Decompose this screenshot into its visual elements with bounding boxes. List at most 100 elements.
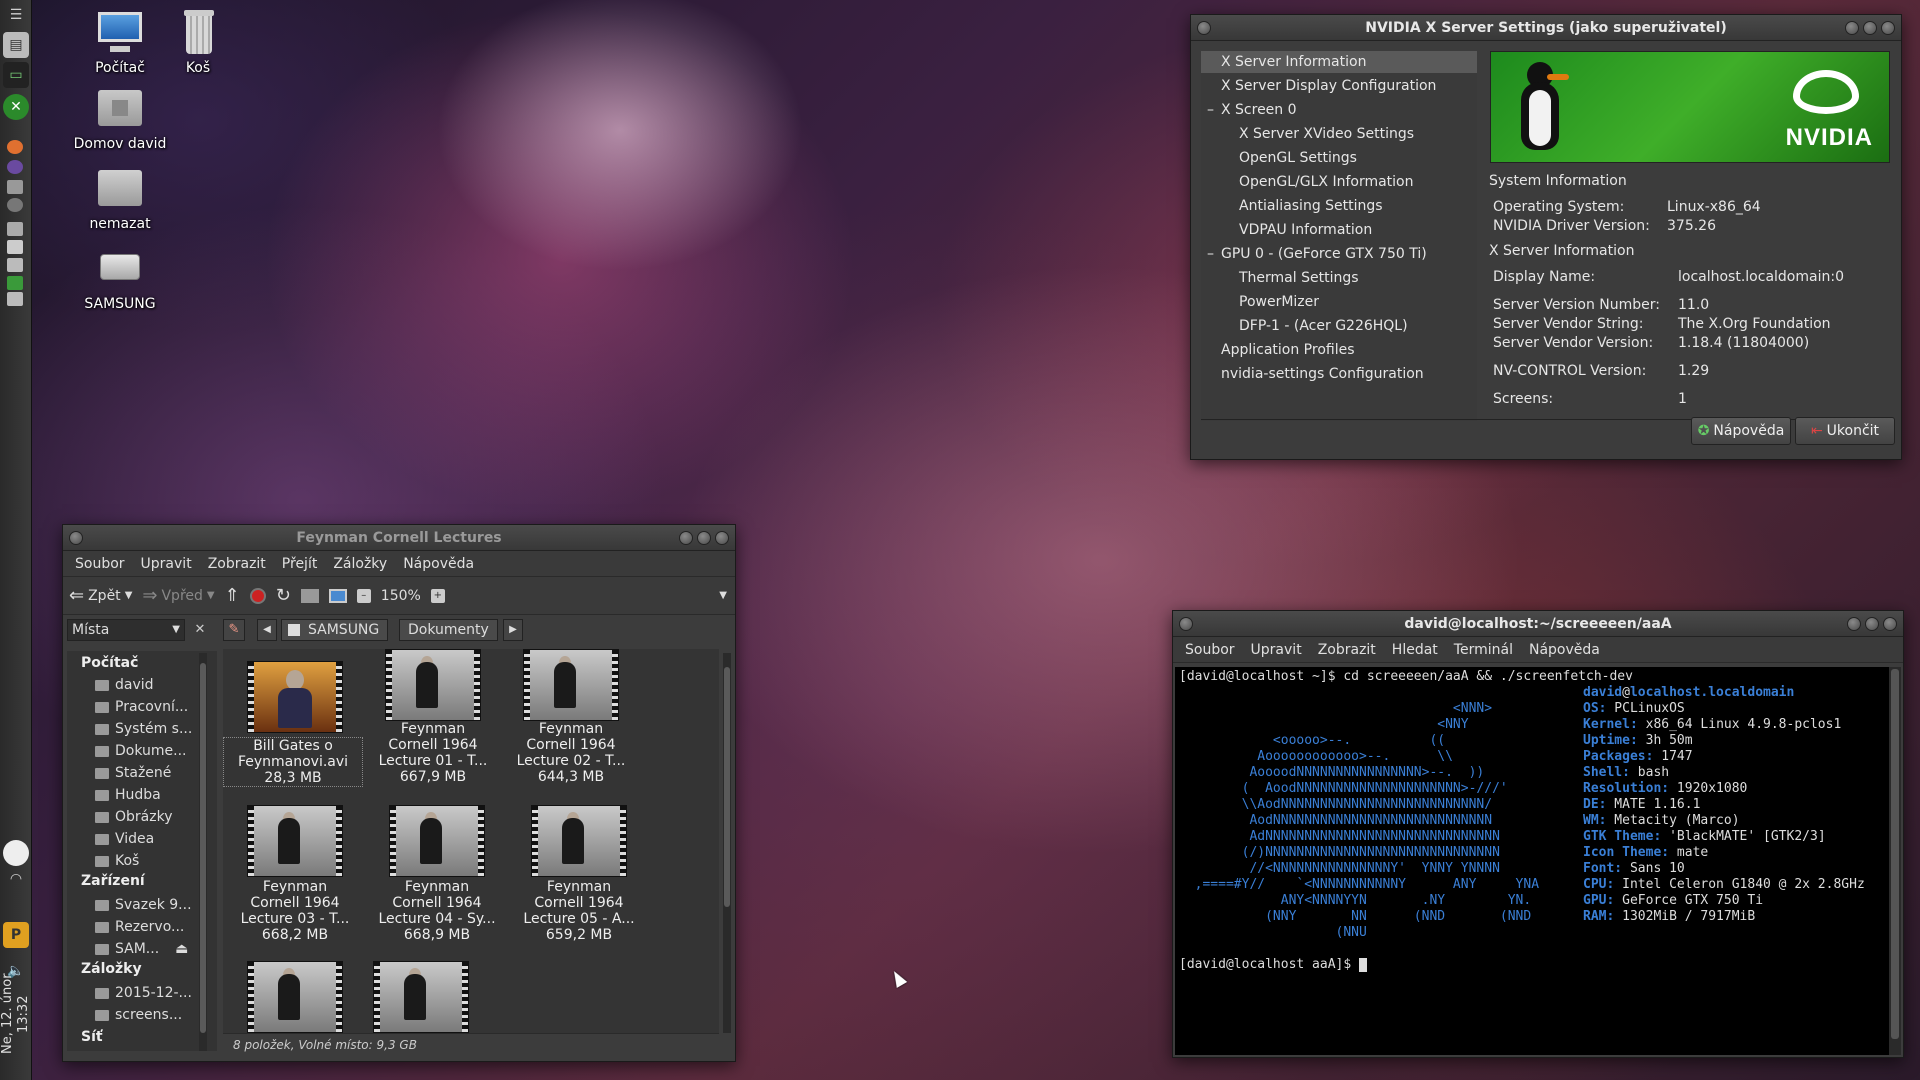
computer-button[interactable] xyxy=(328,588,347,603)
desktop-icon-home[interactable]: Domov david xyxy=(65,84,175,152)
zoom-in-button[interactable]: + xyxy=(430,588,445,603)
video-thumbnail[interactable] xyxy=(389,805,485,877)
minimize-button[interactable] xyxy=(679,531,693,545)
desktop-icon-folder[interactable]: nemazat xyxy=(65,164,175,232)
window-menu-button[interactable] xyxy=(69,531,83,545)
close-sidebar-icon[interactable]: ✕ xyxy=(189,619,211,641)
tree-toggle[interactable]: – xyxy=(1207,99,1214,121)
notes-icon[interactable]: ▤ xyxy=(3,32,29,58)
tree-item[interactable]: PowerMizer xyxy=(1239,291,1319,313)
sidebar-item[interactable]: SAM... ⏏ xyxy=(95,939,188,959)
fileview-scrollbar[interactable] xyxy=(723,653,731,1033)
sidebar-item[interactable]: Koš xyxy=(95,851,139,871)
eject-icon[interactable]: ⏏ xyxy=(175,941,188,957)
tree-item[interactable]: X Screen 0 xyxy=(1221,99,1297,121)
tree-item[interactable]: Antialiasing Settings xyxy=(1239,195,1383,217)
sidebar-item[interactable]: Pracovní... xyxy=(95,697,188,717)
maximize-button[interactable] xyxy=(697,531,711,545)
edit-location-icon[interactable]: ✎ xyxy=(223,619,245,641)
tree-item[interactable]: GPU 0 - (GeForce GTX 750 Ti) xyxy=(1221,243,1427,265)
menu-search[interactable]: Hledat xyxy=(1386,640,1444,660)
sidebar-item[interactable]: Obrázky xyxy=(95,807,172,827)
file-item[interactable]: Feynman Cornell 1964 Lecture 05 - A... 6… xyxy=(509,879,649,943)
maximize-button[interactable] xyxy=(1865,617,1879,631)
video-thumbnail[interactable] xyxy=(373,961,469,1033)
path-segment[interactable]: Dokumenty xyxy=(399,619,498,641)
video-thumbnail[interactable] xyxy=(523,649,619,721)
menu-terminal[interactable]: Terminál xyxy=(1448,640,1519,660)
menu-edit[interactable]: Upravit xyxy=(135,554,198,574)
terminal-scrollbar[interactable] xyxy=(1889,667,1901,1055)
path-right-arrow-icon[interactable]: ▶ xyxy=(503,619,523,641)
sidebar-item[interactable]: david xyxy=(95,675,154,695)
close-button[interactable] xyxy=(1881,21,1895,35)
sidebar-item[interactable]: Stažené xyxy=(95,763,171,783)
clock[interactable]: Ne, 12. únor 13:32 xyxy=(0,954,32,1074)
help-button[interactable]: ✪ Nápověda xyxy=(1691,417,1791,445)
maximize-button[interactable] xyxy=(1863,21,1877,35)
video-thumbnail[interactable] xyxy=(531,805,627,877)
scrollbar-thumb[interactable] xyxy=(1891,669,1899,1039)
terminal-titlebar[interactable]: david@localhost:~/screeeeen/aaA xyxy=(1173,611,1903,637)
toolbar-overflow-icon[interactable]: ▼ xyxy=(719,590,727,601)
minimize-button[interactable] xyxy=(1845,21,1859,35)
desktop-icon-trash[interactable]: Koš xyxy=(143,8,253,76)
video-thumbnail[interactable] xyxy=(247,661,343,733)
window-icon[interactable] xyxy=(7,276,23,290)
home-button[interactable] xyxy=(300,588,319,603)
pclinuxos-icon[interactable]: P xyxy=(3,922,29,948)
window-icon[interactable] xyxy=(7,258,23,272)
video-thumbnail[interactable] xyxy=(247,961,343,1033)
path-left-arrow-icon[interactable]: ◀ xyxy=(257,619,277,641)
tree-item[interactable]: VDPAU Information xyxy=(1239,219,1372,241)
window-icon[interactable] xyxy=(7,292,23,306)
window-icon[interactable] xyxy=(7,222,23,236)
nvidia-titlebar[interactable]: NVIDIA X Server Settings (jako superuživ… xyxy=(1191,15,1901,41)
disc-icon[interactable] xyxy=(7,198,23,212)
settings-icon[interactable]: ✕ xyxy=(3,94,29,120)
sidebar-scrollbar[interactable] xyxy=(199,653,207,1051)
forward-button[interactable]: ⇒ Vpřed ▼ xyxy=(142,585,214,606)
sidebar-item[interactable]: Svazek 9... xyxy=(95,895,192,915)
up-button[interactable]: ⇑ xyxy=(225,585,240,606)
app-icon[interactable] xyxy=(7,160,23,174)
sidebar-item[interactable]: Dokume... xyxy=(95,741,187,761)
firefox-icon[interactable] xyxy=(7,140,23,154)
menu-help[interactable]: Nápověda xyxy=(397,554,480,574)
file-item[interactable]: Feynman Cornell 1964 Lecture 03 - T... 6… xyxy=(225,879,365,943)
window-icon[interactable] xyxy=(7,240,23,254)
video-thumbnail[interactable] xyxy=(385,649,481,721)
menu-edit[interactable]: Upravit xyxy=(1245,640,1308,660)
tree-item[interactable]: X Server Display Configuration xyxy=(1221,75,1436,97)
wifi-icon[interactable]: ◠ xyxy=(3,866,29,892)
menu-bookmarks[interactable]: Záložky xyxy=(327,554,393,574)
file-item[interactable]: Bill Gates o Feynmanovi.avi 28,3 MB xyxy=(223,737,363,787)
tree-toggle[interactable]: – xyxy=(1207,243,1214,265)
terminal-output[interactable]: [david@localhost ~]$ cd screeeeen/aaA &&… xyxy=(1175,667,1889,1055)
menu-file[interactable]: Soubor xyxy=(1179,640,1241,660)
menu-help[interactable]: Nápověda xyxy=(1523,640,1606,660)
chevron-down-icon[interactable]: ▼ xyxy=(125,590,133,601)
sidebar-item[interactable]: Systém s... xyxy=(95,719,192,739)
desktop-icon-drive[interactable]: SAMSUNG xyxy=(65,244,175,312)
scrollbar-thumb[interactable] xyxy=(200,663,206,1033)
tree-item[interactable]: nvidia-settings Configuration xyxy=(1221,363,1424,385)
sidebar-item[interactable]: 2015-12-... xyxy=(95,983,192,1003)
menu-file[interactable]: Soubor xyxy=(69,554,131,574)
tree-item[interactable]: OpenGL/GLX Information xyxy=(1239,171,1414,193)
reload-button[interactable]: ↻ xyxy=(276,585,291,606)
quit-button[interactable]: ⇤ Ukončit xyxy=(1795,417,1895,445)
window-menu-button[interactable] xyxy=(1179,617,1193,631)
back-button[interactable]: ⇐ Zpět ▼ xyxy=(69,585,132,606)
zoom-out-button[interactable]: – xyxy=(356,588,371,603)
network-icon[interactable] xyxy=(3,840,29,866)
file-item[interactable]: Feynman Cornell 1964 Lecture 04 - Sy... … xyxy=(367,879,507,943)
file-item[interactable]: Feynman Cornell 1964 Lecture 02 - T... 6… xyxy=(501,721,641,785)
minimize-button[interactable] xyxy=(1847,617,1861,631)
tree-item[interactable]: Thermal Settings xyxy=(1239,267,1359,289)
sidebar-item[interactable]: Rezervo... xyxy=(95,917,184,937)
tree-item[interactable]: X Server Information xyxy=(1201,51,1477,73)
sidebar-item[interactable]: screens... xyxy=(95,1005,182,1025)
close-button[interactable] xyxy=(1883,617,1897,631)
scrollbar-thumb[interactable] xyxy=(724,667,730,907)
